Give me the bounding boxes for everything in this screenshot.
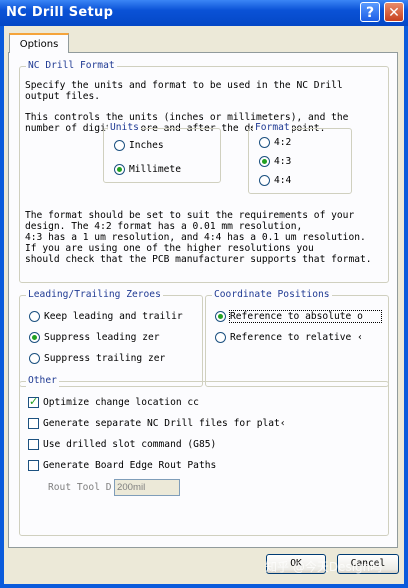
format-description-line: output files. bbox=[25, 91, 101, 102]
reference-relative-label: Reference to relative ‹ bbox=[230, 332, 363, 343]
help-button[interactable]: ? bbox=[360, 2, 380, 22]
format-legend: Format bbox=[253, 122, 292, 134]
units-millimeters-radio[interactable] bbox=[114, 164, 125, 175]
coordinates-group: Coordinate Positions Reference to absolu… bbox=[205, 289, 389, 387]
zeroes-legend: Leading/Trailing Zeroes bbox=[26, 289, 163, 301]
separate-nc-files-checkbox[interactable] bbox=[28, 418, 39, 429]
dialog-client-area: Options NC Drill Format Specify the unit… bbox=[4, 26, 404, 584]
format-4-2-label: 4:2 bbox=[274, 137, 292, 148]
suppress-trailing-label: Suppress trailing zer bbox=[44, 353, 166, 364]
board-edge-rout-checkbox[interactable] bbox=[28, 460, 39, 471]
rout-tool-diameter-input[interactable] bbox=[114, 479, 180, 496]
format-4-3-radio[interactable] bbox=[259, 156, 270, 167]
other-group: Other Optimize change location cc Genera… bbox=[19, 375, 389, 536]
format-note-line: design. The 4:2 format has a 0.01 mm res… bbox=[25, 221, 303, 232]
optimize-change-location-label: Optimize change location cc bbox=[43, 397, 199, 408]
format-note-line: should check that the PCB manufacturer s… bbox=[25, 254, 372, 265]
keep-zeroes-radio[interactable] bbox=[29, 311, 40, 322]
units-millimeters-label: Millimete bbox=[129, 164, 181, 175]
drilled-slot-checkbox[interactable] bbox=[28, 439, 39, 450]
coordinates-legend: Coordinate Positions bbox=[212, 289, 332, 301]
zeroes-group: Leading/Trailing Zeroes Keep leading and… bbox=[19, 289, 203, 387]
keep-zeroes-label: Keep leading and trailir bbox=[44, 311, 183, 322]
units-inches-radio[interactable] bbox=[114, 140, 125, 151]
nc-drill-format-group: NC Drill Format Specify the units and fo… bbox=[19, 60, 389, 283]
separate-nc-files-label: Generate separate NC Drill files for pla… bbox=[43, 418, 286, 429]
format-description-line: Specify the units and format to be used … bbox=[25, 80, 343, 91]
format-note-line: 4:3 has a 1 um resolution, and 4:4 has a… bbox=[25, 232, 366, 243]
reference-absolute-label: Reference to absolute o bbox=[229, 310, 382, 323]
board-edge-rout-label: Generate Board Edge Rout Paths bbox=[43, 460, 217, 471]
units-legend: Units bbox=[108, 122, 141, 134]
suppress-leading-label: Suppress leading zer bbox=[44, 332, 160, 343]
format-note-line: If you are using one of the higher resol… bbox=[25, 243, 314, 254]
drilled-slot-label: Use drilled slot command (G85) bbox=[43, 439, 217, 450]
format-4-2-radio[interactable] bbox=[259, 137, 270, 148]
suppress-leading-radio[interactable] bbox=[29, 332, 40, 343]
format-note-line: The format should be set to suit the req… bbox=[25, 210, 355, 221]
dialog-window: NC Drill Setup ? ✕ Options NC Drill Form… bbox=[0, 0, 408, 588]
other-legend: Other bbox=[26, 375, 59, 387]
format-4-3-label: 4:3 bbox=[274, 156, 292, 167]
close-button[interactable]: ✕ bbox=[384, 2, 404, 22]
watermark-text: 知乎 @今天Design吗 bbox=[265, 560, 383, 574]
options-tab-panel: NC Drill Format Specify the units and fo… bbox=[8, 52, 398, 548]
window-title: NC Drill Setup bbox=[6, 5, 114, 20]
format-4-4-label: 4:4 bbox=[274, 175, 292, 186]
reference-relative-radio[interactable] bbox=[215, 332, 226, 343]
nc-drill-format-legend: NC Drill Format bbox=[26, 60, 117, 72]
tab-options[interactable]: Options bbox=[9, 33, 69, 53]
format-4-4-radio[interactable] bbox=[259, 175, 270, 186]
reference-absolute-radio[interactable] bbox=[215, 311, 226, 322]
format-group: Format 4:2 4:3 4:4 bbox=[248, 122, 352, 194]
title-bar[interactable]: NC Drill Setup ? ✕ bbox=[0, 0, 408, 26]
units-group: Units Inches Millimete bbox=[103, 122, 221, 183]
optimize-change-location-checkbox[interactable] bbox=[28, 395, 39, 408]
rout-tool-label: Rout Tool D bbox=[48, 482, 112, 493]
units-inches-label: Inches bbox=[129, 140, 164, 151]
format-description-line: This controls the units (inches or milli… bbox=[25, 112, 349, 123]
suppress-trailing-radio[interactable] bbox=[29, 353, 40, 364]
